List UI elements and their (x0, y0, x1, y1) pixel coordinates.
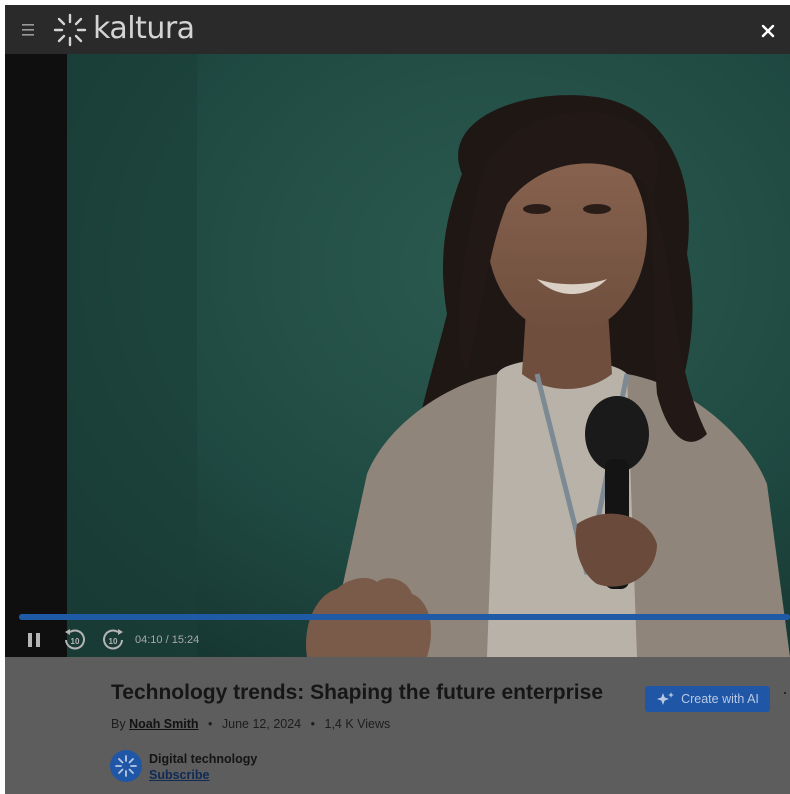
kaltura-logo-icon (53, 13, 87, 47)
separator: • (310, 717, 316, 731)
rewind-10-label: 10 (71, 637, 80, 646)
author-link[interactable]: Noah Smith (129, 717, 198, 731)
create-with-ai-label: Create with AI (681, 692, 759, 706)
top-bar: kaltura (5, 5, 790, 54)
rewind-10-icon[interactable]: 10 (61, 628, 87, 652)
by-prefix: By (111, 717, 126, 731)
publish-date: June 12, 2024 (221, 717, 302, 731)
more-options-icon[interactable]: ⋯ (782, 683, 790, 704)
pause-icon[interactable] (25, 631, 43, 649)
channel-name[interactable]: Digital technology (149, 752, 257, 766)
media-page-overlay: kaltura 10 10 04:10 / 15:24 Technology t… (5, 5, 790, 794)
video-title: Technology trends: Shaping the future en… (111, 681, 603, 704)
progress-bar[interactable] (19, 614, 790, 620)
create-with-ai-button[interactable]: Create with AI (645, 686, 770, 712)
forward-10-label: 10 (109, 637, 118, 646)
video-meta: By Noah Smith • June 12, 2024 • 1,4 K Vi… (111, 717, 390, 731)
view-count: 1,4 K Views (324, 717, 391, 731)
video-frame-image (67, 54, 790, 657)
video-info-panel: Technology trends: Shaping the future en… (5, 657, 790, 794)
time-display: 04:10 / 15:24 (135, 634, 200, 646)
forward-10-icon[interactable]: 10 (101, 628, 127, 652)
close-icon[interactable] (759, 22, 777, 40)
hamburger-menu-icon[interactable] (20, 22, 40, 38)
subscribe-link[interactable]: Subscribe (149, 768, 209, 782)
channel-avatar[interactable] (110, 750, 142, 782)
player-controls: 10 10 04:10 / 15:24 (5, 626, 790, 656)
sparkle-icon (657, 692, 675, 705)
progress-bar-fill (19, 614, 790, 620)
separator: • (208, 717, 213, 731)
video-player[interactable]: 10 10 04:10 / 15:24 (5, 54, 790, 657)
logo-text: kaltura (93, 11, 195, 46)
